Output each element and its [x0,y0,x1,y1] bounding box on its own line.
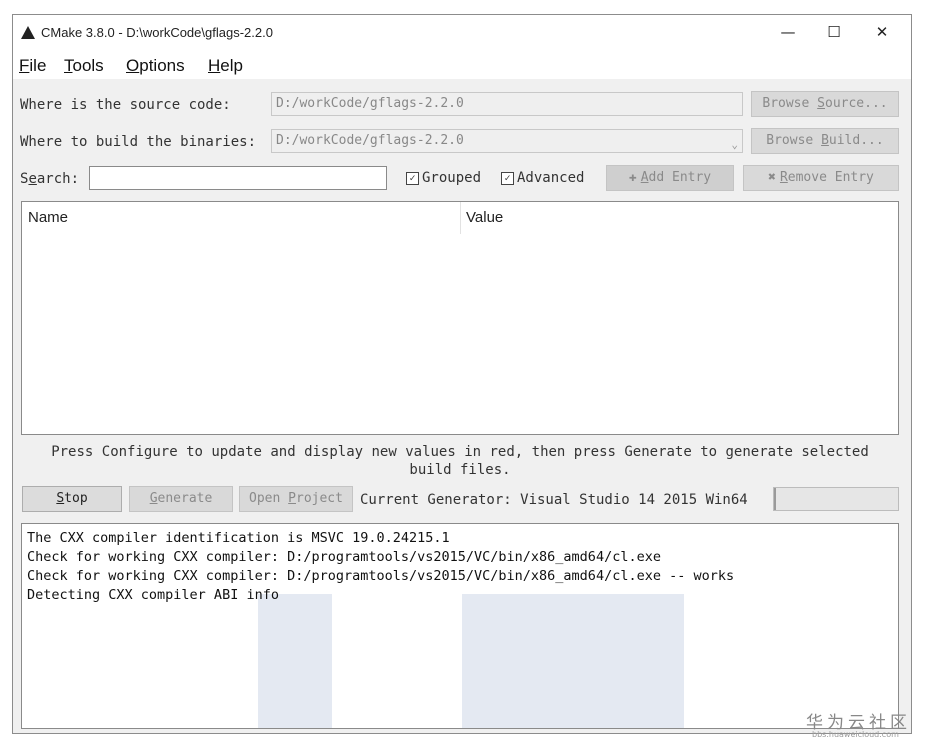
log-line: Check for working CXX compiler: D:/progr… [27,568,735,584]
advanced-label: Advanced [517,170,585,186]
search-label: Search: [20,171,79,187]
grouped-checkbox[interactable]: ✓ Grouped [406,170,481,186]
advanced-check-icon: ✓ [501,171,514,185]
menu-options-label: ptions [139,56,185,75]
log-line: Detecting CXX compiler ABI info [27,587,279,603]
maximize-button[interactable]: ☐ [811,19,857,45]
add-entry-label: dd Entry [648,170,712,185]
search-label-post: arch: [36,171,80,187]
cmake-logo-icon [21,26,35,39]
cmake-window: CMake 3.8.0 - D:\workCode\gflags-2.2.0 —… [12,14,912,734]
menu-file[interactable]: File [19,56,46,76]
column-divider[interactable] [460,202,461,234]
remove-icon: ✖ [768,170,776,185]
menu-tools-label: ools [72,56,104,75]
browse-source-post: ource... [825,96,888,111]
progress-bar [773,487,899,511]
source-path-field[interactable]: D:/workCode/gflags-2.2.0 [271,92,743,116]
menu-options-accel: O [126,56,140,75]
cache-table[interactable]: Name Value [21,201,899,435]
add-entry-button[interactable]: ✚ Add Entry [606,165,734,191]
menu-file-accel: F [19,56,30,75]
close-button[interactable]: ✕ [859,19,905,45]
menu-help[interactable]: Help [208,56,243,76]
menu-bar: File Tools Options Help [13,51,911,79]
watermark-url: bbs.huaweicloud.com [812,730,899,739]
menu-help-label: elp [220,56,243,75]
minimize-button[interactable]: — [765,19,811,45]
add-entry-accel: A [640,170,649,185]
build-path-value: D:/workCode/gflags-2.2.0 [276,133,464,148]
generate-label: enerate [157,491,213,506]
menu-file-label: ile [29,56,47,75]
log-lines: The CXX compiler identification is MSVC … [22,529,734,605]
instructions-line-2: build files. [409,462,511,478]
build-path-dropdown[interactable]: D:/workCode/gflags-2.2.0 ⌄ [271,129,743,153]
column-header-value[interactable]: Value [466,209,503,226]
stop-label: top [64,491,88,506]
remove-entry-accel: R [779,170,788,185]
open-project-accel: P [288,491,296,506]
menu-tools-accel: T [64,56,73,75]
instructions-line-1: Press Configure to update and display ne… [51,444,869,460]
watermark-shape-right [462,594,684,728]
generate-button[interactable]: Generate [129,486,233,512]
log-line: The CXX compiler identification is MSVC … [27,530,450,546]
advanced-checkbox[interactable]: ✓ Advanced [501,170,584,186]
stop-button[interactable]: Stop [22,486,122,512]
search-input[interactable] [89,166,387,190]
grouped-label: Grouped [422,170,482,186]
instructions-text: Press Configure to update and display ne… [21,443,899,479]
browse-build-post: uild... [828,133,884,148]
browse-build-pre: Browse [766,133,822,148]
generate-accel: G [149,491,158,506]
watermark-shape-left [258,594,332,728]
browse-build-button[interactable]: Browse Build... [751,128,899,154]
plus-icon: ✚ [628,170,637,185]
browse-source-button[interactable]: Browse Source... [751,91,899,117]
menu-tools[interactable]: Tools [64,56,104,76]
chevron-down-icon[interactable]: ⌄ [731,134,738,152]
menu-help-accel: H [208,56,221,75]
browse-source-accel: S [817,96,825,111]
window-title: CMake 3.8.0 - D:\workCode\gflags-2.2.0 [41,25,273,40]
output-log[interactable]: The CXX compiler identification is MSVC … [21,523,899,729]
menu-options[interactable]: Options [126,56,185,76]
open-project-label: roject [296,491,343,506]
build-label: Where to build the binaries: [20,134,257,150]
progress-fill [774,488,777,510]
browse-source-pre: Browse [762,96,818,111]
browse-build-accel: B [821,133,829,148]
source-label: Where is the source code: [20,97,231,113]
title-bar: CMake 3.8.0 - D:\workCode\gflags-2.2.0 —… [13,15,911,51]
search-label-accel: e [28,171,37,187]
current-generator-text: Current Generator: Visual Studio 14 2015… [360,492,748,508]
stop-accel: S [56,491,65,506]
open-project-button[interactable]: Open Project [239,486,353,512]
grouped-check-icon: ✓ [406,171,419,185]
column-header-name[interactable]: Name [28,209,68,226]
log-line: Check for working CXX compiler: D:/progr… [27,549,661,565]
open-project-pre: Open [249,491,289,506]
remove-entry-button[interactable]: ✖ Remove Entry [743,165,899,191]
remove-entry-label: emove Entry [787,170,874,185]
